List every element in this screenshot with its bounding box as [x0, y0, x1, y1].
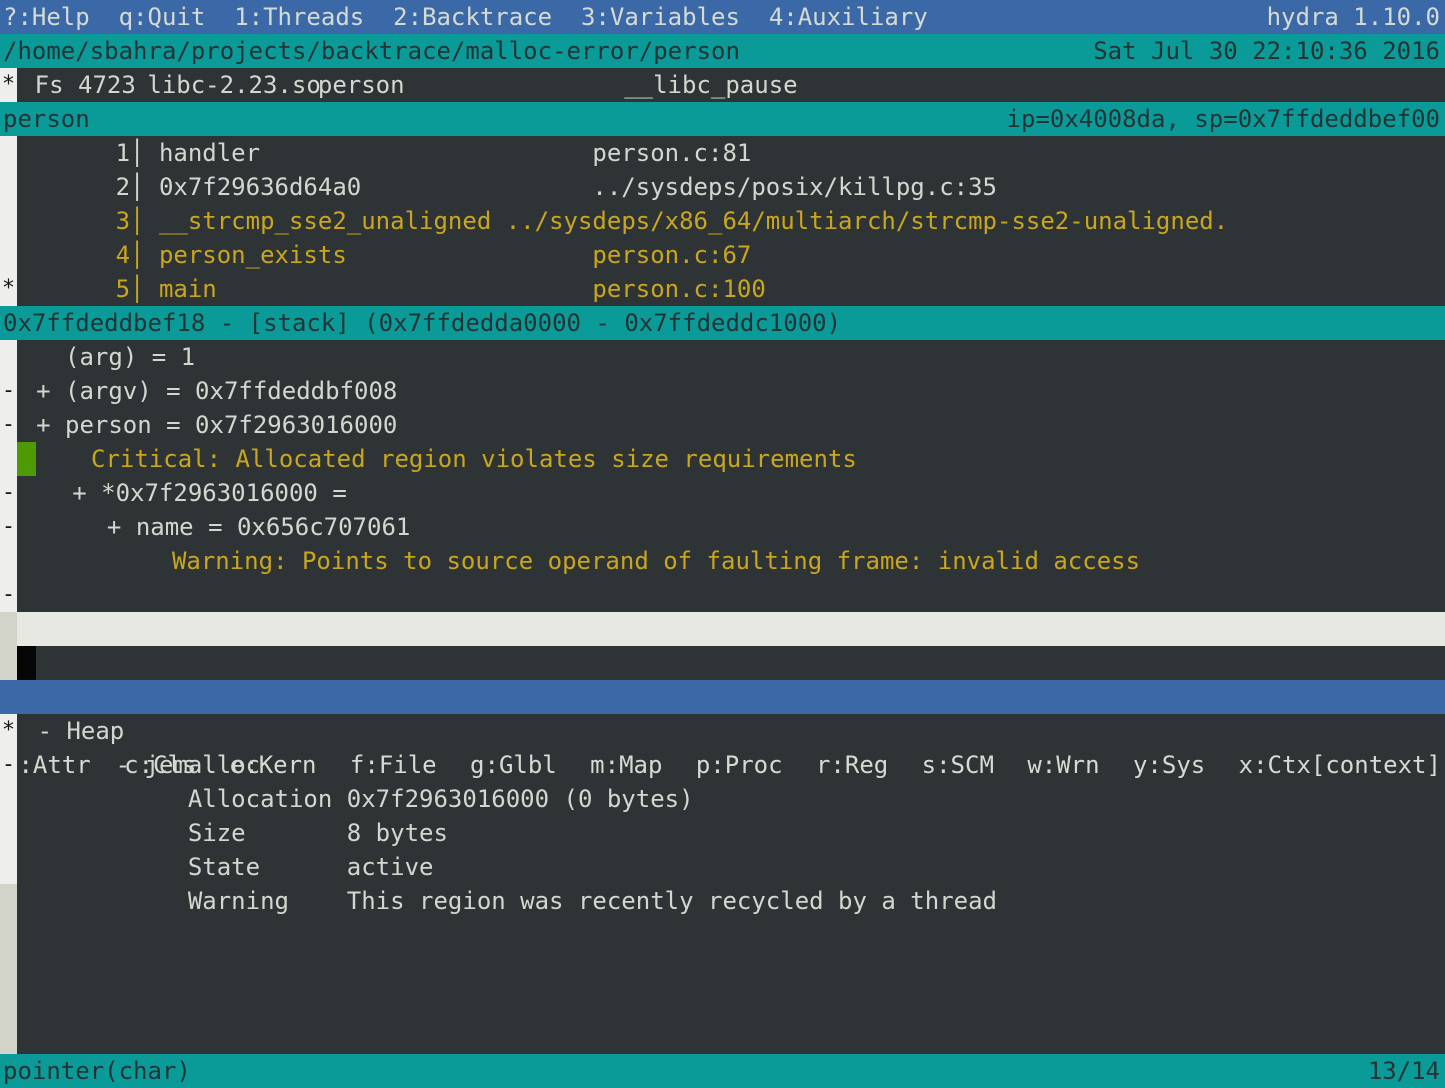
backtrace-frame-active[interactable]: 5 │ main person.c:100: [0, 272, 1445, 306]
heap-detail-allocation: Allocation 0x7f2963016000 (0 bytes): [0, 782, 1445, 816]
frame-number: 4: [116, 238, 130, 272]
collapse-marker-icon[interactable]: -: [0, 748, 17, 782]
frame-file: person.c:81: [592, 136, 751, 170]
error-indicator-block: [17, 442, 36, 476]
selected-type: pointer(char): [3, 1054, 191, 1088]
heap-allocator-label: - jemalloc: [116, 748, 261, 782]
variable-warning-message: Warning: Points to source operand of fau…: [0, 544, 1445, 578]
frame-separator: │: [130, 136, 144, 170]
heap-allocator-row[interactable]: - jemalloc: [0, 748, 1445, 782]
frame-separator: │: [130, 238, 144, 272]
variable-text: + (argv) = 0x7ffdeddbf008: [36, 374, 397, 408]
menu-item-backtrace[interactable]: 2:Backtrace: [393, 0, 552, 34]
active-thread-marker-icon: *: [0, 68, 17, 102]
collapse-marker-icon[interactable]: -: [0, 578, 17, 612]
heap-detail-state: State active: [0, 850, 1445, 884]
heap-detail-size: Size 8 bytes: [0, 816, 1445, 850]
stack-region-bar: 0x7ffdeddbef18 - [stack] (0x7ffdedda0000…: [0, 306, 1445, 340]
frame-number: 2: [116, 170, 130, 204]
frame-function: 0x7f29636d64a0: [159, 170, 361, 204]
variable-row-test-selected[interactable]: ┌+ test = 0x7f2963016000: [0, 578, 1445, 612]
thread-row[interactable]: Fs 4723 libc-2.23.so person __libc_pause: [0, 68, 1445, 102]
variable-row-name[interactable]: + name = 0x656c707061: [0, 510, 1445, 544]
menu-item-quit[interactable]: q:Quit: [119, 0, 206, 34]
variable-text: + person = 0x7f2963016000: [36, 408, 397, 442]
warning-text: Warning: Points to source operand of fau…: [172, 544, 1140, 578]
menu-item-threads[interactable]: 1:Threads: [234, 0, 364, 34]
frame-function: main: [159, 272, 217, 306]
hydra-terminal: ?:Help q:Quit 1:Threads 2:Backtrace 3:Variab…: [0, 0, 1445, 1088]
thread-fs: Fs 4723: [35, 68, 136, 102]
menu-bar: ?:Help q:Quit 1:Threads 2:Backtrace 3:Variab…: [0, 0, 1445, 34]
frame-function: person_exists: [159, 238, 347, 272]
variable-text: + *0x7f2963016000 =: [72, 476, 347, 510]
variable-text: (arg) = 1: [65, 340, 195, 374]
heap-detail-text: Allocation 0x7f2963016000 (0 bytes): [188, 782, 694, 816]
pane-position: 13/14: [1368, 1054, 1440, 1088]
path-bar: /home/sbahra/projects/backtrace/malloc-e…: [0, 34, 1445, 68]
backtrace-frame[interactable]: 1 │ handler person.c:81: [0, 136, 1445, 170]
collapse-marker-icon[interactable]: -: [0, 510, 17, 544]
variable-row-argv[interactable]: + (argv) = 0x7ffdeddbf008: [0, 374, 1445, 408]
heap-scrollbar-track[interactable]: [0, 884, 17, 1054]
cursor-block: [17, 646, 36, 680]
app-version: hydra 1.10.0: [1267, 0, 1440, 34]
menu-item-help[interactable]: ?:Help: [3, 0, 90, 34]
selection-highlight: [17, 612, 1445, 646]
variable-text: ┌+ test = 0x7f2963016000: [40, 578, 387, 612]
variables-scrollbar-track[interactable]: [0, 612, 17, 680]
heap-detail-text: Size 8 bytes: [188, 816, 448, 850]
variable-row-deref[interactable]: + *0x7f2963016000 =: [0, 476, 1445, 510]
thread-function: __libc_pause: [624, 68, 797, 102]
variable-text: + name = 0x656c707061: [107, 510, 410, 544]
clock: Sat Jul 30 22:10:36 2016: [1093, 34, 1440, 68]
frame-number: 3: [116, 204, 130, 238]
heap-detail-text: State active: [188, 850, 434, 884]
frame-number: 1: [116, 136, 130, 170]
menu-item-auxiliary[interactable]: 4:Auxiliary: [769, 0, 928, 34]
frame-header-bar: person ip=0x4008da, sp=0x7ffdeddbef00: [0, 102, 1445, 136]
backtrace-frame[interactable]: 4 │ person_exists person.c:67: [0, 238, 1445, 272]
frame-file: ../sysdeps/posix/killpg.c:35: [592, 170, 997, 204]
frame-registers: ip=0x4008da, sp=0x7ffdeddbef00: [1007, 102, 1440, 136]
heap-detail-warning: Warning This region was recently recycle…: [0, 884, 1445, 918]
heap-root-row[interactable]: - Heap: [0, 714, 1445, 748]
status-bar: pointer(char) 13/14: [0, 1054, 1445, 1088]
heap-root-label: - Heap: [38, 714, 125, 748]
frame-file: person.c:100: [592, 272, 765, 306]
frame-number: 5: [116, 272, 130, 306]
collapse-marker-icon[interactable]: -: [0, 476, 17, 510]
thread-binary: libc-2.23.so: [147, 68, 320, 102]
frame-name: person: [3, 102, 90, 136]
menu-item-variables[interactable]: 3:Variables: [581, 0, 740, 34]
frame-function: handler: [159, 136, 260, 170]
frame-function: __strcmp_sse2_unaligned: [159, 204, 491, 238]
working-path: /home/sbahra/projects/backtrace/malloc-e…: [3, 34, 740, 68]
critical-text: Critical: Allocated region violates size…: [91, 442, 857, 476]
collapse-marker-icon[interactable]: -: [0, 374, 17, 408]
aux-key-bar: a:Attr c:Cls e:Kern f:File g:Glbl m:Map …: [0, 680, 1445, 714]
stack-region-text: 0x7ffdeddbef18 - [stack] (0x7ffdedda0000…: [3, 306, 841, 340]
menu-items: ?:Help q:Quit 1:Threads 2:Backtrace 3:Variab…: [3, 0, 957, 34]
variable-row-arg[interactable]: (arg) = 1: [0, 340, 1445, 374]
frame-separator: │: [130, 170, 144, 204]
thread-process: person: [318, 68, 405, 102]
frame-separator: │: [130, 272, 144, 306]
frame-file: person.c:67: [592, 238, 751, 272]
backtrace-frame[interactable]: 3 │ __strcmp_sse2_unaligned ../sysdeps/x…: [0, 204, 1445, 238]
collapse-marker-icon[interactable]: -: [0, 408, 17, 442]
frame-separator: │: [130, 204, 144, 238]
active-frame-marker-icon: *: [0, 272, 17, 306]
backtrace-frame[interactable]: 2 │ 0x7f29636d64a0 ../sysdeps/posix/kill…: [0, 170, 1445, 204]
heap-detail-text: Warning This region was recently recycle…: [188, 884, 997, 918]
variable-critical-message: Critical: Allocated region violates size…: [0, 442, 1445, 476]
variable-row-person[interactable]: + person = 0x7f2963016000: [0, 408, 1445, 442]
active-pane-marker-icon: *: [0, 714, 17, 748]
frame-file: ../sysdeps/x86_64/multiarch/strcmp-sse2-…: [506, 204, 1228, 238]
